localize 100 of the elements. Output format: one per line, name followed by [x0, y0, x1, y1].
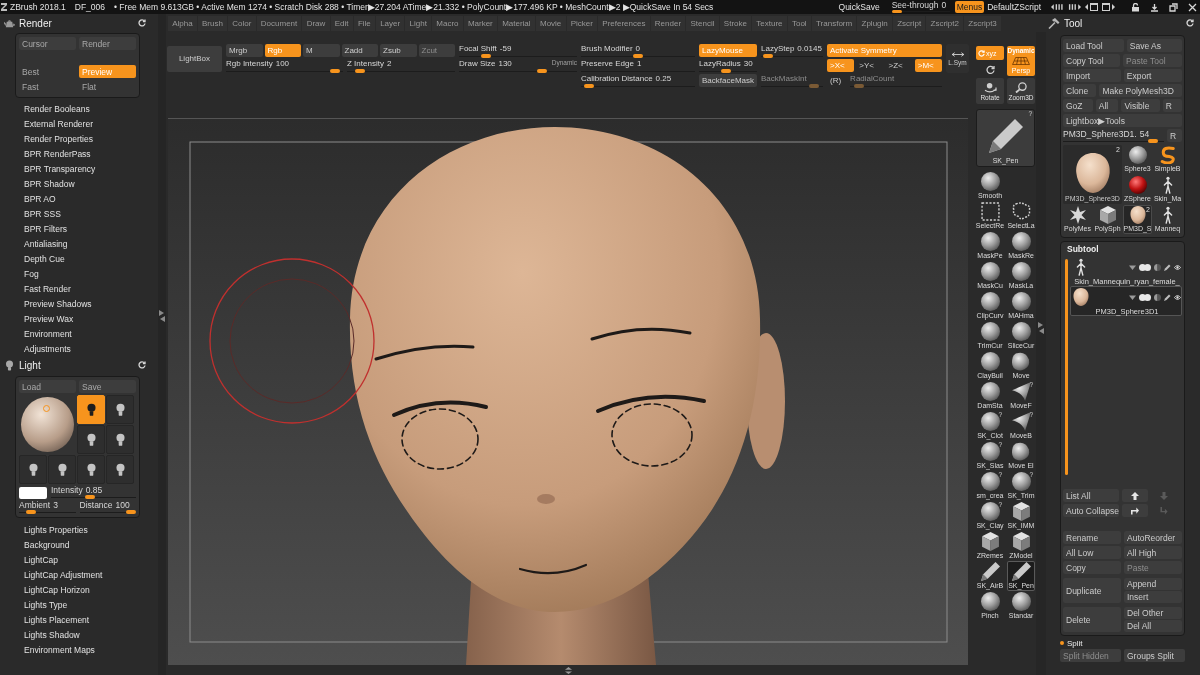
axis-toggle[interactable]: >Y<	[856, 59, 884, 72]
collapse-arrows-icon[interactable]	[1038, 322, 1044, 334]
palette-item[interactable]: BPR SSS	[0, 206, 158, 221]
palette-item[interactable]: Fast Render	[0, 281, 158, 296]
menu-tab[interactable]: Preferences	[598, 15, 650, 31]
restore-icon[interactable]	[1169, 2, 1178, 12]
pen-icon[interactable]	[1164, 293, 1171, 301]
lightbox-button[interactable]: LightBox	[167, 45, 222, 72]
list-all-button[interactable]: List All	[1063, 489, 1119, 502]
menu-tab[interactable]: Color	[228, 15, 256, 31]
refresh-icon[interactable]	[138, 361, 146, 369]
half-circle-icon[interactable]	[1154, 293, 1161, 301]
menus-toggle[interactable]: Menus	[954, 1, 985, 13]
light-slot[interactable]	[77, 425, 105, 454]
arrow-bars-icon[interactable]	[1051, 3, 1064, 11]
slider-thumb[interactable]	[25, 510, 36, 514]
menu-tab[interactable]: Zscript3	[964, 15, 1001, 31]
slider-thumb[interactable]	[354, 69, 365, 73]
menu-tab[interactable]: Alpha	[168, 15, 197, 31]
palette-item[interactable]: Adjustments	[0, 341, 158, 356]
menu-tab[interactable]: Movie	[535, 15, 566, 31]
menu-tab[interactable]: Texture	[752, 15, 787, 31]
tool-button[interactable]: GoZ	[1063, 99, 1093, 112]
subtool-button[interactable]: AutoReorder	[1124, 531, 1182, 544]
light-slot[interactable]	[106, 395, 134, 424]
palette-item[interactable]: External Renderer	[0, 116, 158, 131]
reset-button[interactable]: R	[1167, 129, 1182, 142]
tool-button[interactable]: Save As	[1126, 39, 1182, 52]
window-arrow-icon[interactable]	[1102, 3, 1115, 11]
palette-item[interactable]: Depth Cue	[0, 251, 158, 266]
eye-icon[interactable]	[1174, 293, 1181, 301]
light-slot[interactable]	[77, 395, 105, 424]
slider-thumb[interactable]	[584, 84, 595, 88]
subtool-button[interactable]: Copy	[1063, 561, 1121, 574]
render-mode-button[interactable]: Flat	[79, 80, 136, 93]
subtool-button[interactable]: All Low	[1063, 546, 1121, 559]
bars-arrow-icon[interactable]	[1068, 3, 1081, 11]
subtool-button[interactable]: Del All	[1124, 620, 1182, 632]
tool-button[interactable]: Make PolyMesh3D	[1099, 84, 1182, 97]
menu-tab[interactable]: Zplugin	[857, 15, 892, 31]
light-preview-sphere[interactable]	[21, 397, 74, 452]
palette-item[interactable]: Fog	[0, 266, 158, 281]
toggle-button[interactable]: BackfaceMask	[699, 74, 757, 87]
slider-thumb[interactable]	[1147, 139, 1158, 143]
tool-button[interactable]: Clone	[1063, 84, 1097, 97]
slider-thumb[interactable]	[126, 510, 136, 514]
palette-item[interactable]: Background	[0, 537, 158, 552]
split-button[interactable]: Groups Split	[1124, 649, 1185, 662]
palette-item[interactable]: Render Properties	[0, 131, 158, 146]
slider-thumb[interactable]	[536, 69, 547, 73]
axis-toggle[interactable]: >Z<	[885, 59, 913, 72]
palette-item[interactable]: Lights Shadow	[0, 627, 158, 642]
light-button[interactable]: Load	[19, 380, 76, 393]
arrow-down-line-icon[interactable]	[1150, 2, 1159, 12]
tool-button[interactable]: Copy Tool	[1063, 54, 1121, 67]
tool-button[interactable]: R	[1162, 99, 1182, 112]
close-icon[interactable]	[1188, 2, 1197, 12]
menu-tab[interactable]: File	[353, 15, 375, 31]
subtool-button[interactable]: Duplicate	[1063, 578, 1121, 603]
menu-tab[interactable]: Picker	[566, 15, 598, 31]
tool-button[interactable]: Import	[1063, 69, 1121, 82]
circle-arrow-icon[interactable]	[985, 64, 995, 74]
menu-tab[interactable]: Draw	[302, 15, 330, 31]
menu-tab[interactable]: Zscript2	[926, 15, 964, 31]
render-button[interactable]: Cursor	[19, 37, 76, 50]
menu-tab[interactable]: Tool	[787, 15, 811, 31]
palette-item[interactable]: Preview Wax	[0, 311, 158, 326]
subtool-button[interactable]: Delete	[1063, 607, 1121, 632]
slider-thumb[interactable]	[329, 69, 340, 73]
caret-icon[interactable]	[1129, 293, 1136, 301]
subtool-button[interactable]: Append	[1124, 578, 1182, 590]
head-model-drawing[interactable]	[350, 127, 785, 665]
half-circle-icon[interactable]	[1154, 263, 1161, 271]
arrow-window-icon[interactable]	[1085, 3, 1098, 11]
palette-item[interactable]: Environment	[0, 326, 158, 341]
subtool-button[interactable]: All High	[1124, 546, 1182, 559]
light-slot[interactable]	[77, 455, 105, 484]
palette-item[interactable]: Lights Type	[0, 597, 158, 612]
menu-tab[interactable]: Light	[405, 15, 432, 31]
render-mode-button[interactable]: Best	[19, 65, 76, 78]
palette-item[interactable]: BPR RenderPass	[0, 146, 158, 161]
caret-icon[interactable]	[1129, 263, 1136, 271]
palette-item[interactable]: Lights Properties	[0, 522, 158, 537]
draw-mode-button[interactable]: Mrgb	[226, 44, 263, 57]
palette-item[interactable]: BPR Shadow	[0, 176, 158, 191]
color-swatch[interactable]	[19, 487, 47, 499]
up-down-arrows-icon[interactable]	[563, 666, 573, 674]
scrollbar-thumb[interactable]	[1065, 259, 1068, 475]
slider-thumb[interactable]	[720, 69, 731, 73]
menu-tab[interactable]: Render	[650, 15, 686, 31]
draw-mode-button[interactable]: Zadd	[341, 44, 378, 57]
menu-tab[interactable]: Edit	[330, 15, 353, 31]
toggle-icon[interactable]	[1139, 263, 1151, 271]
menu-tab[interactable]: Brush	[197, 15, 228, 31]
radial-toggle[interactable]: (R)	[827, 74, 845, 87]
palette-item[interactable]: LightCap	[0, 552, 158, 567]
menu-tab[interactable]: Material	[497, 15, 535, 31]
light-slot[interactable]	[106, 425, 134, 454]
subtool-button[interactable]: Insert	[1124, 591, 1182, 603]
subtool-button[interactable]: Rename	[1063, 531, 1121, 544]
